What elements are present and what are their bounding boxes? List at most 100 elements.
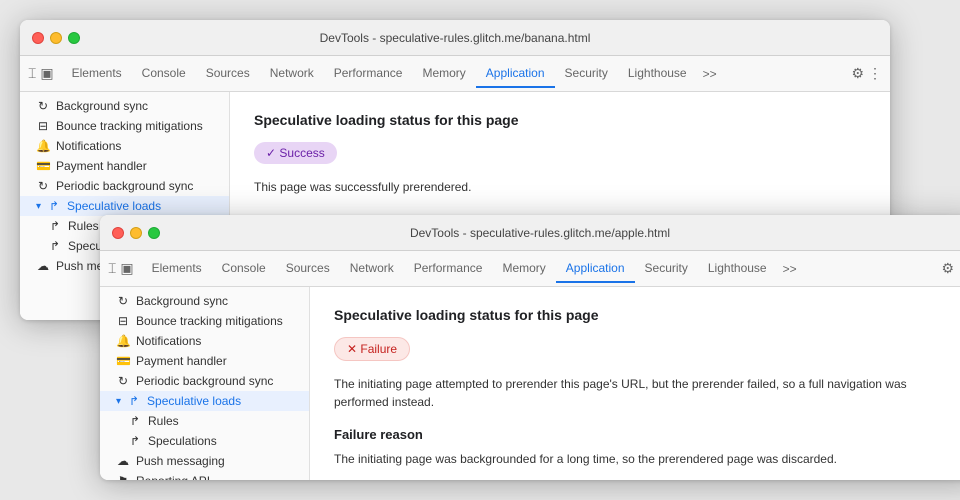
maximize-button-back[interactable]: [68, 32, 80, 44]
sidebar-item-push-front[interactable]: ☁ Push messaging: [100, 451, 309, 471]
tab-memory-front[interactable]: Memory: [492, 255, 555, 283]
cursor-icon-front: ⌶: [108, 260, 116, 277]
cursor-icon: ⌶: [28, 65, 36, 82]
inspect-icon-front: ▣: [120, 260, 133, 277]
tab-elements-back[interactable]: Elements: [62, 60, 132, 88]
tab-lighthouse-back[interactable]: Lighthouse: [618, 60, 697, 88]
sidebar-item-payment-back[interactable]: 💳 Payment handler: [20, 156, 229, 176]
sidebar-item-periodic-front[interactable]: ↻ Periodic background sync: [100, 371, 309, 391]
tab-performance-front[interactable]: Performance: [404, 255, 493, 283]
minimize-button-back[interactable]: [50, 32, 62, 44]
cloud-icon-back: ☁: [36, 259, 50, 273]
status-badge-failure: ✕ Failure: [334, 337, 410, 361]
window-title-front: DevTools - speculative-rules.glitch.me/a…: [410, 226, 670, 240]
maximize-button-front[interactable]: [148, 227, 160, 239]
bounce-icon-front: ⊟: [116, 314, 130, 328]
tab-network-back[interactable]: Network: [260, 60, 324, 88]
tab-console-back[interactable]: Console: [132, 60, 196, 88]
main-panel-front: Speculative loading status for this page…: [310, 287, 960, 480]
rules-icon-front: ↱: [128, 414, 142, 428]
sidebar-label-background-sync-back: Background sync: [56, 99, 148, 113]
tab-sources-front[interactable]: Sources: [276, 255, 340, 283]
chevron-icon-front: ▾: [116, 396, 121, 407]
sidebar-item-periodic-back[interactable]: ↻ Periodic background sync: [20, 176, 229, 196]
panel-title-back: Speculative loading status for this page: [254, 112, 866, 128]
sidebar-label-periodic-front: Periodic background sync: [136, 374, 273, 388]
sidebar-item-notifications-front[interactable]: 🔔 Notifications: [100, 331, 309, 351]
tab-performance-back[interactable]: Performance: [324, 60, 413, 88]
sidebar-item-background-sync-back[interactable]: ↻ Background sync: [20, 96, 229, 116]
sidebar-item-speculations-front[interactable]: ↱ Speculations: [100, 431, 309, 451]
failure-reason-text: The initiating page was backgrounded for…: [334, 450, 956, 468]
sidebar-item-reporting-front[interactable]: ⚑ Reporting API: [100, 471, 309, 480]
tab-security-back[interactable]: Security: [555, 60, 618, 88]
tabs-right-front: ⚙ ⋮: [941, 260, 960, 277]
sidebar-label-periodic-back: Periodic background sync: [56, 179, 193, 193]
periodic-icon-front: ↻: [116, 374, 130, 388]
status-label-failure: ✕ Failure: [347, 342, 397, 356]
sidebar-item-speculative-front[interactable]: ▾ ↱ Speculative loads: [100, 391, 309, 411]
tabs-bar-front: ⌶ ▣ Elements Console Sources Network Per…: [100, 251, 960, 287]
sidebar-front: ↻ Background sync ⊟ Bounce tracking miti…: [100, 287, 310, 480]
payment-icon-front: 💳: [116, 354, 130, 368]
sidebar-label-speculations-front: Speculations: [148, 434, 217, 448]
tab-application-front[interactable]: Application: [556, 255, 635, 283]
sidebar-item-payment-front[interactable]: 💳 Payment handler: [100, 351, 309, 371]
sidebar-item-bounce-front[interactable]: ⊟ Bounce tracking mitigations: [100, 311, 309, 331]
sidebar-label-payment-front: Payment handler: [136, 354, 227, 368]
tab-console-front[interactable]: Console: [212, 255, 276, 283]
sidebar-label-background-sync-front: Background sync: [136, 294, 228, 308]
sidebar-label-payment-back: Payment handler: [56, 159, 147, 173]
periodic-icon-back: ↻: [36, 179, 50, 193]
sidebar-item-notifications-back[interactable]: 🔔 Notifications: [20, 136, 229, 156]
failure-reason-title: Failure reason: [334, 427, 956, 442]
status-text-front: The initiating page attempted to prerend…: [334, 375, 956, 411]
speculative-icon-back: ↱: [47, 199, 61, 213]
settings-icon-front[interactable]: ⚙: [941, 260, 954, 277]
close-button-front[interactable]: [112, 227, 124, 239]
tabs-more-back[interactable]: >>: [697, 63, 723, 85]
sidebar-item-speculative-back[interactable]: ▾ ↱ Speculative loads: [20, 196, 229, 216]
sidebar-item-background-sync-front[interactable]: ↻ Background sync: [100, 291, 309, 311]
traffic-lights-back: [32, 32, 80, 44]
tab-application-back[interactable]: Application: [476, 60, 555, 88]
settings-icon-back[interactable]: ⚙: [851, 65, 864, 82]
tab-elements-front[interactable]: Elements: [142, 255, 212, 283]
cloud-icon-front: ☁: [116, 454, 130, 468]
tab-security-front[interactable]: Security: [635, 255, 698, 283]
devtools-icons-back: ⌶ ▣: [28, 65, 54, 82]
traffic-lights-front: [112, 227, 160, 239]
rules-icon-back: ↱: [48, 219, 62, 233]
tabs-bar-back: ⌶ ▣ Elements Console Sources Network Per…: [20, 56, 890, 92]
sidebar-label-bounce-front: Bounce tracking mitigations: [136, 314, 283, 328]
sync-icon-front: ↻: [116, 294, 130, 308]
tabs-more-front[interactable]: >>: [777, 258, 803, 280]
tab-memory-back[interactable]: Memory: [412, 60, 475, 88]
tabs-right-back: ⚙ ⋮: [851, 65, 882, 82]
title-bar-back: DevTools - speculative-rules.glitch.me/b…: [20, 20, 890, 56]
content-area-front: ↻ Background sync ⊟ Bounce tracking miti…: [100, 287, 960, 480]
sidebar-item-rules-front[interactable]: ↱ Rules: [100, 411, 309, 431]
bounce-icon-back: ⊟: [36, 119, 50, 133]
sidebar-label-speculative-front: Speculative loads: [147, 394, 241, 408]
tab-sources-back[interactable]: Sources: [196, 60, 260, 88]
minimize-button-front[interactable]: [130, 227, 142, 239]
close-button-back[interactable]: [32, 32, 44, 44]
tab-lighthouse-front[interactable]: Lighthouse: [698, 255, 777, 283]
status-text-back: This page was successfully prerendered.: [254, 178, 866, 196]
sidebar-label-rules-front: Rules: [148, 414, 179, 428]
tab-network-front[interactable]: Network: [340, 255, 404, 283]
panel-title-front: Speculative loading status for this page: [334, 307, 956, 323]
specula-icon-front: ↱: [128, 434, 142, 448]
sidebar-label-notifications-back: Notifications: [56, 139, 121, 153]
payment-icon-back: 💳: [36, 159, 50, 173]
status-badge-success: ✓ Success: [254, 142, 337, 164]
more-icon-back[interactable]: ⋮: [868, 65, 882, 82]
bell-icon-back: 🔔: [36, 139, 50, 153]
sidebar-item-bounce-back[interactable]: ⊟ Bounce tracking mitigations: [20, 116, 229, 136]
sync-icon-back: ↻: [36, 99, 50, 113]
sidebar-label-rules-back: Rules: [68, 219, 99, 233]
chevron-icon-back: ▾: [36, 201, 41, 212]
reporting-icon-front: ⚑: [116, 474, 130, 480]
window-title-back: DevTools - speculative-rules.glitch.me/b…: [320, 31, 591, 45]
